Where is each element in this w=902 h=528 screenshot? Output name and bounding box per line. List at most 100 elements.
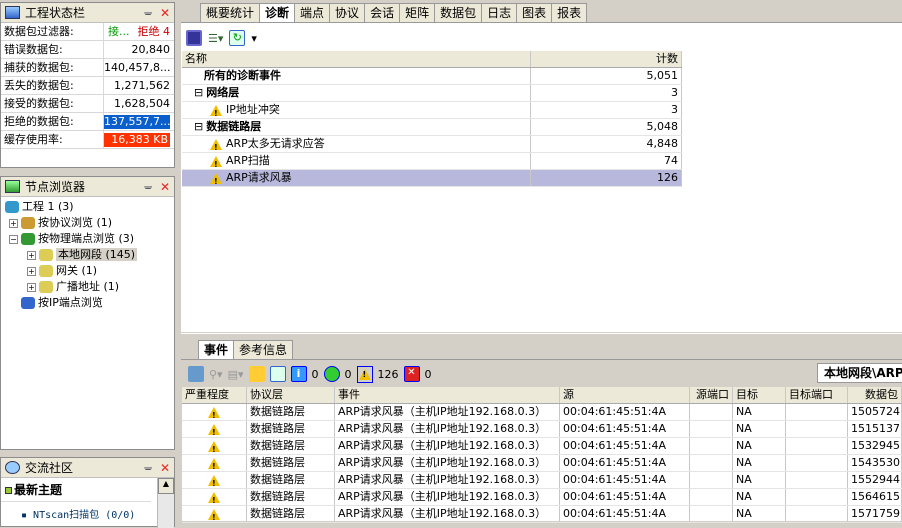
expand-icon[interactable]: + [27,266,36,276]
expand-icon[interactable]: + [27,282,36,292]
column-header[interactable]: 源 [560,387,690,403]
column-header[interactable]: 严重程度 [182,387,247,403]
table-row[interactable]: ARP请求风暴 126 [182,170,682,187]
close-icon[interactable]: ✕ [160,180,170,194]
tree-item[interactable]: 按IP端点浏览 [5,295,174,311]
tab-会话[interactable]: 会话 [364,3,401,22]
tree-item-label[interactable]: 本地网段 (145) [56,248,138,261]
tab-诊断[interactable]: 诊断 [259,3,296,23]
ok-filter-icon[interactable] [323,366,340,382]
tab-图表[interactable]: 图表 [516,3,553,22]
expand-icon[interactable]: + [9,218,18,228]
tree-item-label[interactable]: 广播地址 (1) [56,280,119,293]
tab-协议[interactable]: 协议 [329,3,366,22]
info-count: 0 [311,367,319,381]
status-row: 错误数据包: 20,840 [1,41,174,59]
endpoint-icon[interactable] [188,366,204,382]
tab-概要统计[interactable]: 概要统计 [200,3,261,22]
event-cell: NA [733,404,786,420]
scroll-up-button[interactable]: ▲ [158,478,174,494]
column-header[interactable]: 数据包 [848,387,902,403]
lock-icon[interactable] [248,366,265,382]
name-cell: ARP请求风暴 [182,170,531,186]
close-icon[interactable]: ✕ [160,461,170,475]
event-row[interactable]: 数据链路层ARP请求风暴（主机IP地址192.168.0.3）00:04:61:… [182,455,902,472]
event-cell: 数据链路层 [247,404,335,420]
community-item[interactable]: ▪ NTscan扫描包 (0/0) [1,502,174,521]
event-row[interactable]: 数据链路层ARP请求风暴（主机IP地址192.168.0.3）00:04:61:… [182,404,902,421]
tab-矩阵[interactable]: 矩阵 [399,3,436,22]
table-row[interactable]: ⊟ 网络层 3 [182,85,682,102]
tree-item-label[interactable]: 工程 1 (3) [22,200,74,213]
column-header[interactable]: 目标 [733,387,786,403]
tree-item[interactable]: + 广播地址 (1) [5,279,174,295]
community-item-label[interactable]: NTscan扫描包 (0/0) [33,510,135,521]
tree-item-label[interactable]: 网关 (1) [56,264,97,277]
column-header-count[interactable]: 计数 [531,51,682,67]
row-name: ARP扫描 [226,154,270,167]
tree-item[interactable]: 工程 1 (3) [5,199,174,215]
event-row[interactable]: 数据链路层ARP请求风暴（主机IP地址192.168.0.3）00:04:61:… [182,472,902,489]
pin-icon[interactable]: ᚚ [144,180,152,193]
filter-icon[interactable]: ⚲▾ [209,368,223,381]
event-cell: 数据链路层 [247,489,335,505]
column-header[interactable]: 源端口 [690,387,733,403]
collapse-icon[interactable]: − [9,234,18,244]
status-row: 丢失的数据包: 1,271,562 [1,77,174,95]
count-cell: 126 [531,170,682,186]
error-filter-icon[interactable]: ✕ [403,366,420,382]
status-panel-header: 工程状态栏 ᚚ ✕ [1,3,174,23]
refresh-icon[interactable]: ↻ [229,30,246,46]
dropdown-arrow-icon[interactable]: ▾ [251,32,257,45]
tab-数据包[interactable]: 数据包 [434,3,483,22]
filter-accept[interactable]: 接... [108,25,130,38]
tab-报表[interactable]: 报表 [551,3,588,22]
pin-icon[interactable]: ᚚ [144,461,152,474]
column-header[interactable]: 事件 [335,387,560,403]
tree-item[interactable]: + 网关 (1) [5,263,174,279]
node-icon [39,281,53,293]
table-row[interactable]: 所有的诊断事件 5,051 [182,68,682,85]
info-filter-icon[interactable]: i [290,366,307,382]
tab-参考信息[interactable]: 参考信息 [233,340,294,359]
warning-filter-icon[interactable] [356,365,373,383]
event-row[interactable]: 数据链路层ARP请求风暴（主机IP地址192.168.0.3）00:04:61:… [182,438,902,455]
filter-list-icon[interactable]: ☰▾ [208,32,223,45]
table-row[interactable]: ⊟ 数据链路层 5,048 [182,119,682,136]
status-value: 接... 拒绝 4 [104,23,174,40]
column-header[interactable]: 协议层 [247,387,335,403]
columns-icon[interactable]: ▤▾ [228,368,244,381]
event-cell: NA [733,489,786,505]
status-value: 140,457,8... [104,61,171,74]
tab-日志[interactable]: 日志 [481,3,518,22]
collapse-icon[interactable]: ⊟ [194,86,203,99]
event-row[interactable]: 数据链路层ARP请求风暴（主机IP地址192.168.0.3）00:04:61:… [182,421,902,438]
tree-item[interactable]: + 按协议浏览 (1) [5,215,174,231]
tab-端点[interactable]: 端点 [294,3,331,22]
count-cell: 4,848 [531,136,682,152]
expand-icon[interactable]: + [27,250,36,260]
save-icon[interactable] [186,30,202,46]
event-cell: 00:04:61:45:51:4A [560,455,690,471]
event-cell: NA [733,455,786,471]
table-row[interactable]: IP地址冲突 3 [182,102,682,119]
tab-事件[interactable]: 事件 [198,340,235,360]
warning-icon [208,508,220,522]
close-icon[interactable]: ✕ [160,6,170,20]
column-header[interactable]: 目标端口 [786,387,848,403]
diagnosis-table: 名称计数 所有的诊断事件5,051⊟网络层3IP地址冲突3⊟数据链路层5,048… [182,51,682,187]
refresh-icon[interactable] [269,366,286,382]
tree-item-label[interactable]: 按协议浏览 (1) [38,216,112,229]
tree-item[interactable]: + 本地网段 (145) [5,247,174,263]
collapse-icon[interactable]: ⊟ [194,120,203,133]
event-row[interactable]: 数据链路层ARP请求风暴（主机IP地址192.168.0.3）00:04:61:… [182,489,902,506]
filter-reject[interactable]: 拒绝 4 [138,25,171,38]
column-header-name[interactable]: 名称 [182,51,531,67]
pin-icon[interactable]: ᚚ [144,6,152,19]
table-row[interactable]: ARP太多无请求应答 4,848 [182,136,682,153]
tree-item[interactable]: − 按物理端点浏览 (3) [5,231,174,247]
tree-item-label[interactable]: 按IP端点浏览 [38,296,103,309]
event-row[interactable]: 数据链路层ARP请求风暴（主机IP地址192.168.0.3）00:04:61:… [182,506,902,523]
tree-item-label[interactable]: 按物理端点浏览 (3) [38,232,134,245]
table-row[interactable]: ARP扫描 74 [182,153,682,170]
